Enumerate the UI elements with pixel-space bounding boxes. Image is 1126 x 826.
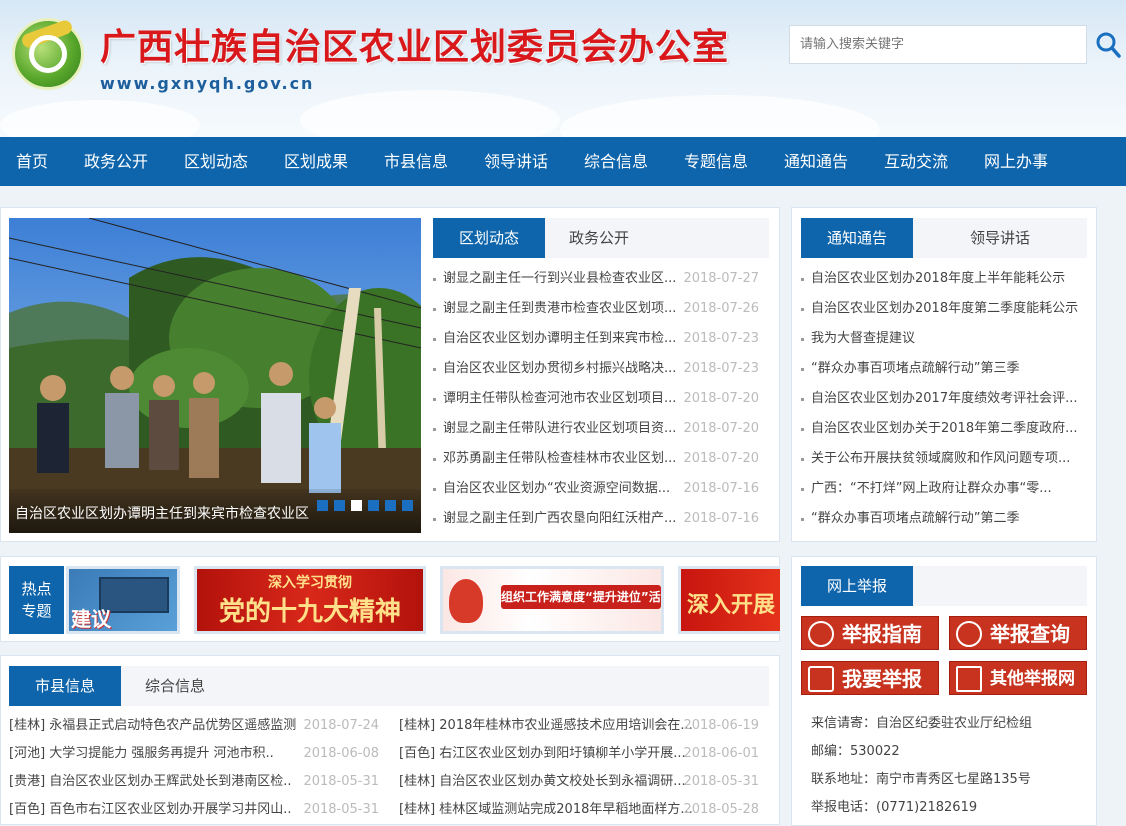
list-item[interactable]: 自治区农业区划办“农业资源空间数据... 2018-07-16 — [433, 474, 759, 504]
list-item[interactable]: 谭明主任带队检查河池市农业区划项目... 2018-07-20 — [433, 384, 759, 414]
main-nav: 首页 政务公开 区划动态 区划成果 市县信息 领导讲话 综合信息 专题信息 通知… — [0, 137, 1126, 186]
search-button[interactable] — [1093, 28, 1123, 62]
tab-online-report[interactable]: 网上举报 — [801, 566, 913, 606]
nav-home[interactable]: 首页 — [16, 137, 48, 186]
list-item[interactable]: 自治区农业区划办2017年度绩效考评社会评... — [801, 384, 1087, 414]
news-tabbar: 区划动态 政务公开 — [433, 218, 769, 258]
site-header: 广西壮族自治区农业区划委员会办公室 www.gxnyqh.gov.cn — [0, 0, 1126, 137]
edit-icon — [808, 666, 834, 692]
slide-caption[interactable]: 自治区农业区划办谭明主任到来宾市检查农业区 — [15, 503, 309, 523]
slide-dot[interactable] — [334, 500, 345, 511]
list-item[interactable]: 谢显之副主任到贵港市检查农业区划项... 2018-07-26 — [433, 294, 759, 324]
list-item[interactable]: 自治区农业区划办贯彻乡村振兴战略决... 2018-07-23 — [433, 354, 759, 384]
list-item[interactable]: 邓苏勇副主任带队检查桂林市农业区划... 2018-07-20 — [433, 444, 759, 474]
nav-leader-speech[interactable]: 领导讲话 — [484, 137, 548, 186]
nav-special-topics[interactable]: 专题信息 — [684, 137, 748, 186]
topic-banner-suggestion[interactable]: 建议 — [66, 566, 180, 634]
list-item[interactable]: 谢显之副主任到广西农垦向阳红沃柑产... 2018-07-16 — [433, 504, 759, 534]
nav-gov-affairs[interactable]: 政务公开 — [84, 137, 148, 186]
slide-dot[interactable] — [402, 500, 413, 511]
header-cloud — [300, 90, 560, 137]
tab-spacer — [913, 566, 1087, 606]
news-list: 谢显之副主任一行到兴业县检查农业区... 2018-07-27 谢显之副主任到贵港… — [433, 264, 759, 534]
report-tabbar: 网上举报 — [801, 566, 1087, 606]
slide-dot[interactable] — [317, 500, 328, 511]
photo-slider[interactable]: 自治区农业区划办谭明主任到来宾市检查农业区 — [9, 218, 421, 533]
list-item[interactable]: [河池] 大学习提能力 强服务再提升 河池市积.. 2018-06-08 — [9, 740, 379, 768]
header-cloud — [0, 100, 200, 137]
list-item[interactable]: [百色] 百色市右江区农业区划办开展学习井冈山.. 2018-05-31 — [9, 796, 379, 824]
tab-gov-affairs[interactable]: 政务公开 — [545, 218, 769, 258]
report-phone: 举报电话：(0771)2182619 — [811, 800, 978, 815]
tab-notices[interactable]: 通知通告 — [801, 218, 913, 258]
tab-general-info[interactable]: 综合信息 — [121, 666, 769, 706]
list-item[interactable]: “群众办事百项堵点疏解行动”第三季 — [801, 354, 1087, 384]
search-input[interactable] — [790, 26, 1086, 63]
list-item[interactable]: 我为大督查提建议 — [801, 324, 1087, 354]
hot-topics-label: 热点 专题 — [9, 566, 64, 634]
topic-banner-19th-congress[interactable]: 深入学习贯彻 党的十九大精神 — [194, 566, 426, 634]
notice-list: 自治区农业区划办2018年度上半年能耗公示 自治区农业区划办2018年度第二季度… — [801, 264, 1087, 534]
nav-notices[interactable]: 通知通告 — [784, 137, 848, 186]
report-guide-button[interactable]: 举报指南 — [801, 616, 939, 650]
report-query-button[interactable]: 举报查询 — [949, 616, 1087, 650]
county-list-right: [桂林] 2018年桂林市农业遥感技术应用培训会在... 2018-06-19 [… — [399, 712, 759, 824]
search-icon — [1096, 32, 1121, 58]
list-item[interactable]: [贵港] 自治区农业区划办王辉武处长到港南区检.. 2018-05-31 — [9, 768, 379, 796]
list-item[interactable]: 谢显之副主任带队进行农业区划项目资... 2018-07-20 — [433, 414, 759, 444]
list-item[interactable]: 自治区农业区划办2018年度上半年能耗公示 — [801, 264, 1087, 294]
list-item[interactable]: 广西：“不打烊”网上政府让群众办事“零... — [801, 474, 1087, 504]
list-item[interactable]: [桂林] 自治区农业区划办黄文校处长到永福调研... 2018-05-31 — [399, 768, 759, 796]
magnifier-icon — [956, 621, 982, 647]
list-item[interactable]: 自治区农业区划办2018年度第二季度能耗公示 — [801, 294, 1087, 324]
submit-report-button[interactable]: 我要举报 — [801, 661, 939, 695]
report-postcode: 邮编：530022 — [811, 744, 900, 759]
nav-county-info[interactable]: 市县信息 — [384, 137, 448, 186]
list-item[interactable]: “群众办事百项堵点疏解行动”第二季 — [801, 504, 1087, 534]
county-tabbar: 市县信息 综合信息 — [9, 666, 769, 706]
slide-photo — [9, 218, 421, 533]
site-title: 广西壮族自治区农业区划委员会办公室 — [100, 26, 730, 68]
list-item[interactable]: [百色] 右江区农业区划办到阳圩镇柳羊小学开展... 2018-06-01 — [399, 740, 759, 768]
nav-zoning-results[interactable]: 区划成果 — [284, 137, 348, 186]
nav-online-services[interactable]: 网上办事 — [984, 137, 1048, 186]
list-item[interactable]: 谢显之副主任一行到兴业县检查农业区... 2018-07-27 — [433, 264, 759, 294]
list-item[interactable]: 自治区农业区划办关于2018年第二季度政府... — [801, 414, 1087, 444]
slide-dot-active[interactable] — [351, 500, 362, 511]
other-report-sites-button[interactable]: 其他举报网站 — [949, 661, 1087, 723]
list-item[interactable]: 关于公布开展扶贫领域腐败和作风问题专项... — [801, 444, 1087, 474]
header-cloud — [560, 95, 880, 137]
slide-dot[interactable] — [385, 500, 396, 511]
notice-tabbar: 通知通告 领导讲话 — [801, 218, 1087, 258]
topic-banner-deepen[interactable]: 深入开展 — [678, 566, 780, 634]
sitemap-icon — [956, 666, 982, 692]
list-item[interactable]: [桂林] 永福县正式启动特色农产品优势区遥感监测 2018-07-24 — [9, 712, 379, 740]
report-contact-address: 联系地址：南宁市青秀区七星路135号 — [811, 772, 1031, 787]
site-url: www.gxnyqh.gov.cn — [100, 74, 315, 93]
tab-leader-speech[interactable]: 领导讲话 — [913, 218, 1087, 258]
report-mail-address: 来信请寄：自治区纪委驻农业厅纪检组 — [811, 716, 1033, 731]
nav-interaction[interactable]: 互动交流 — [884, 137, 948, 186]
tab-county-info[interactable]: 市县信息 — [9, 666, 121, 706]
topic-banner-satisfaction[interactable]: 组织工作满意度“提升进位”活动 — [440, 566, 664, 634]
tab-zoning-news[interactable]: 区划动态 — [433, 218, 545, 258]
nav-general-info[interactable]: 综合信息 — [584, 137, 648, 186]
pen-icon — [808, 621, 834, 647]
list-item[interactable]: [桂林] 2018年桂林市农业遥感技术应用培训会在... 2018-06-19 — [399, 712, 759, 740]
site-logo[interactable] — [12, 18, 84, 90]
county-list-left: [桂林] 永福县正式启动特色农产品优势区遥感监测 2018-07-24 [河池] … — [9, 712, 379, 824]
slide-dots — [311, 500, 413, 515]
nav-zoning-news[interactable]: 区划动态 — [184, 137, 248, 186]
search-box — [789, 25, 1087, 64]
list-item[interactable]: [桂林] 桂林区域监测站完成2018年早稻地面样方... 2018-05-28 — [399, 796, 759, 824]
list-item[interactable]: 自治区农业区划办谭明主任到来宾市检... 2018-07-23 — [433, 324, 759, 354]
slide-dot[interactable] — [368, 500, 379, 511]
